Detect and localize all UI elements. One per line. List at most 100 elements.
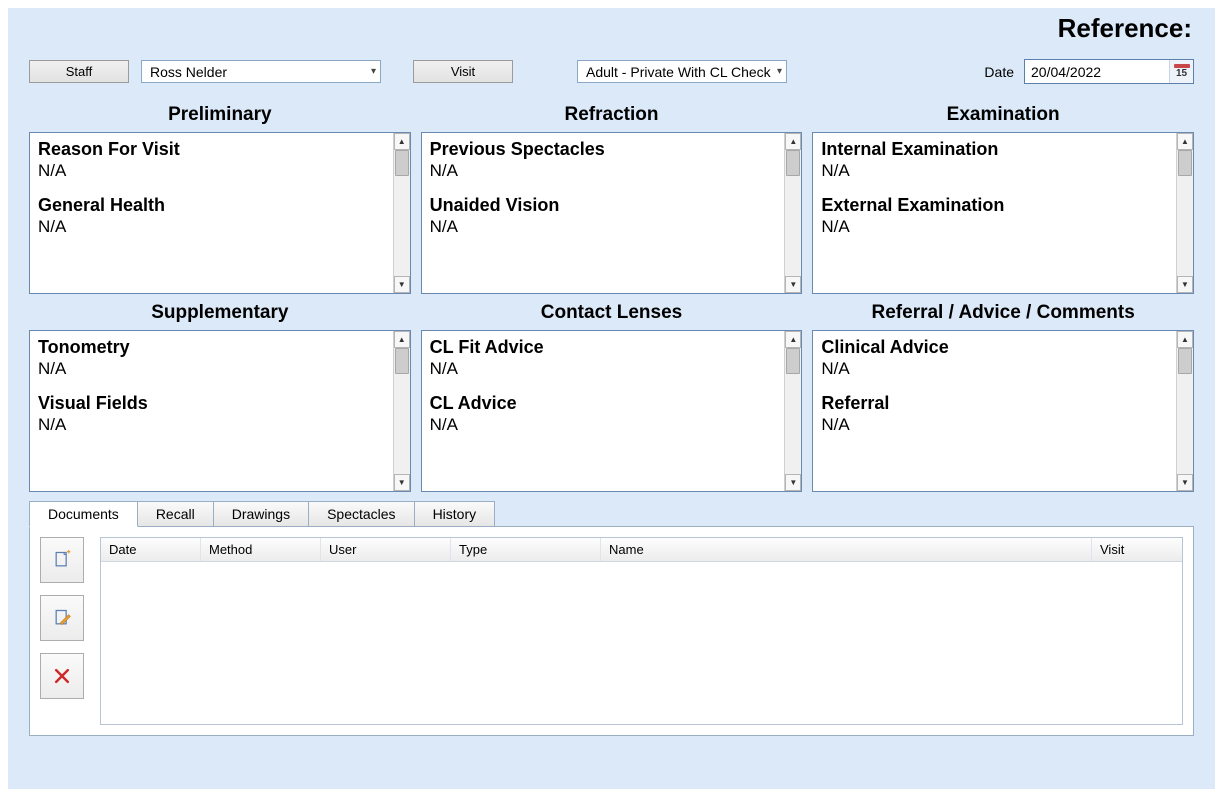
tab-recall[interactable]: Recall <box>137 501 214 527</box>
examination-title: Examination <box>812 102 1194 132</box>
scrollbar[interactable]: ▲ ▼ <box>784 331 801 491</box>
contactlenses-title: Contact Lenses <box>421 300 803 330</box>
section-heading: Unaided Vision <box>430 195 777 217</box>
doc-tool-column <box>40 537 90 725</box>
section-heading: Tonometry <box>38 337 385 359</box>
scroll-thumb[interactable] <box>395 150 409 176</box>
scrollbar[interactable]: ▲ ▼ <box>784 133 801 293</box>
scroll-up-icon[interactable]: ▲ <box>1177 331 1193 348</box>
visit-combo[interactable]: Adult - Private With CL Check ▾ <box>577 60 787 83</box>
tab-spectacles[interactable]: Spectacles <box>308 501 414 527</box>
visit-combo-value: Adult - Private With CL Check <box>586 64 771 80</box>
col-name[interactable]: Name <box>601 538 1092 561</box>
scroll-thumb[interactable] <box>395 348 409 374</box>
section-heading: CL Advice <box>430 393 777 415</box>
preliminary-block: Preliminary Reason For Visit N/A General… <box>29 102 411 294</box>
section-heading: CL Fit Advice <box>430 337 777 359</box>
contactlenses-box[interactable]: CL Fit Advice N/A CL Advice N/A ▲ ▼ <box>421 330 803 492</box>
close-icon <box>52 666 72 686</box>
preliminary-box[interactable]: Reason For Visit N/A General Health N/A … <box>29 132 411 294</box>
referral-block: Referral / Advice / Comments Clinical Ad… <box>812 300 1194 492</box>
col-date[interactable]: Date <box>101 538 201 561</box>
section-value: N/A <box>38 359 385 379</box>
documents-grid[interactable]: Date Method User Type Name Visit <box>100 537 1183 725</box>
staff-button[interactable]: Staff <box>29 60 129 83</box>
section-heading: Clinical Advice <box>821 337 1168 359</box>
section-value: N/A <box>821 161 1168 181</box>
new-doc-button[interactable] <box>40 537 84 583</box>
examination-block: Examination Internal Examination N/A Ext… <box>812 102 1194 294</box>
grid-header: Date Method User Type Name Visit <box>101 538 1182 562</box>
section-heading: External Examination <box>821 195 1168 217</box>
sections-grid: Preliminary Reason For Visit N/A General… <box>29 102 1194 492</box>
visit-button[interactable]: Visit <box>413 60 513 83</box>
section-heading: Reason For Visit <box>38 139 385 161</box>
edit-page-icon <box>52 608 72 628</box>
tab-documents[interactable]: Documents <box>29 501 138 527</box>
refraction-box[interactable]: Previous Spectacles N/A Unaided Vision N… <box>421 132 803 294</box>
scroll-down-icon[interactable]: ▼ <box>1177 474 1193 491</box>
section-value: N/A <box>38 161 385 181</box>
col-method[interactable]: Method <box>201 538 321 561</box>
scroll-thumb[interactable] <box>1178 150 1192 176</box>
scroll-thumb[interactable] <box>786 150 800 176</box>
staff-combo-value: Ross Nelder <box>150 64 227 80</box>
calendar-icon[interactable]: 15 <box>1169 60 1193 83</box>
supplementary-box[interactable]: Tonometry N/A Visual Fields N/A ▲ ▼ <box>29 330 411 492</box>
scroll-up-icon[interactable]: ▲ <box>1177 133 1193 150</box>
scroll-down-icon[interactable]: ▼ <box>785 474 801 491</box>
col-type[interactable]: Type <box>451 538 601 561</box>
scrollbar[interactable]: ▲ ▼ <box>1176 133 1193 293</box>
main-panel: Reference: Staff Ross Nelder ▾ Visit Adu… <box>8 8 1215 789</box>
supplementary-block: Supplementary Tonometry N/A Visual Field… <box>29 300 411 492</box>
scroll-thumb[interactable] <box>786 348 800 374</box>
col-visit[interactable]: Visit <box>1092 538 1182 561</box>
section-value: N/A <box>430 161 777 181</box>
tabstrip: Documents Recall Drawings Spectacles His… <box>29 501 1194 527</box>
preliminary-title: Preliminary <box>29 102 411 132</box>
scrollbar[interactable]: ▲ ▼ <box>393 133 410 293</box>
tab-body: Date Method User Type Name Visit <box>29 526 1194 736</box>
contactlenses-block: Contact Lenses CL Fit Advice N/A CL Advi… <box>421 300 803 492</box>
scroll-up-icon[interactable]: ▲ <box>394 133 410 150</box>
section-value: N/A <box>430 359 777 379</box>
scroll-down-icon[interactable]: ▼ <box>394 276 410 293</box>
reference-label: Reference: <box>1058 13 1192 44</box>
scroll-down-icon[interactable]: ▼ <box>1177 276 1193 293</box>
scroll-up-icon[interactable]: ▲ <box>785 331 801 348</box>
scroll-down-icon[interactable]: ▼ <box>785 276 801 293</box>
top-toolbar: Staff Ross Nelder ▾ Visit Adult - Privat… <box>29 9 1194 102</box>
staff-combo[interactable]: Ross Nelder ▾ <box>141 60 381 83</box>
tab-history[interactable]: History <box>414 501 496 527</box>
date-picker[interactable]: 20/04/2022 15 <box>1024 59 1194 84</box>
tab-drawings[interactable]: Drawings <box>213 501 309 527</box>
section-value: N/A <box>430 217 777 237</box>
new-page-icon <box>52 550 72 570</box>
scroll-up-icon[interactable]: ▲ <box>394 331 410 348</box>
referral-box[interactable]: Clinical Advice N/A Referral N/A ▲ ▼ <box>812 330 1194 492</box>
date-label: Date <box>984 64 1014 80</box>
referral-title: Referral / Advice / Comments <box>812 300 1194 330</box>
section-heading: Internal Examination <box>821 139 1168 161</box>
scroll-thumb[interactable] <box>1178 348 1192 374</box>
scroll-down-icon[interactable]: ▼ <box>394 474 410 491</box>
section-heading: Referral <box>821 393 1168 415</box>
date-value: 20/04/2022 <box>1031 64 1101 80</box>
section-heading: General Health <box>38 195 385 217</box>
section-value: N/A <box>38 415 385 435</box>
lower-tabs-region: Documents Recall Drawings Spectacles His… <box>29 500 1194 736</box>
examination-box[interactable]: Internal Examination N/A External Examin… <box>812 132 1194 294</box>
delete-doc-button[interactable] <box>40 653 84 699</box>
supplementary-title: Supplementary <box>29 300 411 330</box>
edit-doc-button[interactable] <box>40 595 84 641</box>
refraction-block: Refraction Previous Spectacles N/A Unaid… <box>421 102 803 294</box>
section-value: N/A <box>821 359 1168 379</box>
col-user[interactable]: User <box>321 538 451 561</box>
scroll-up-icon[interactable]: ▲ <box>785 133 801 150</box>
section-value: N/A <box>821 415 1168 435</box>
section-value: N/A <box>430 415 777 435</box>
scrollbar[interactable]: ▲ ▼ <box>1176 331 1193 491</box>
grid-body[interactable] <box>101 562 1182 724</box>
section-heading: Previous Spectacles <box>430 139 777 161</box>
scrollbar[interactable]: ▲ ▼ <box>393 331 410 491</box>
